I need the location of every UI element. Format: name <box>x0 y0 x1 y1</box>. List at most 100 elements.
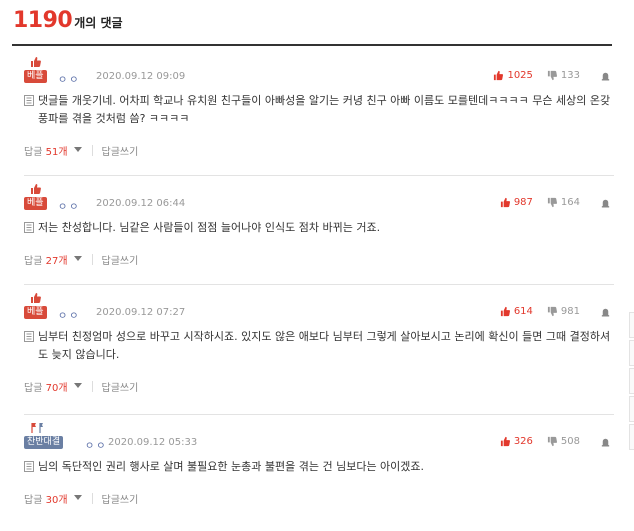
best-badge-label: 베플 <box>24 197 47 210</box>
side-tab[interactable] <box>629 396 634 422</box>
reply-count: 27개 <box>45 255 68 267</box>
report-button[interactable] <box>600 306 614 317</box>
write-reply-button[interactable]: 답글쓰기 <box>102 143 139 158</box>
thumbs-up-icon <box>494 70 504 81</box>
report-button[interactable] <box>600 436 614 447</box>
downvote-count: 508 <box>560 436 580 447</box>
thumbs-up-icon <box>31 184 41 194</box>
divider <box>91 253 93 265</box>
comment-divider <box>24 175 614 176</box>
thumbs-up-icon <box>31 57 41 67</box>
vote-area: 1025 133 <box>493 70 614 81</box>
comment-body: 님부터 친정엄마 성으로 바꾸고 시작하시죠. 있지도 않은 애보다 님부터 그… <box>24 328 614 364</box>
document-icon <box>24 95 34 106</box>
chevron-down-icon[interactable] <box>73 383 82 389</box>
author-nickname[interactable]: ㅇㅇ <box>85 437 107 452</box>
thumbs-down-icon <box>547 306 557 317</box>
comment-item: 베플 ㅇㅇ 2020.09.12 06:44 987 164 저는 찬성합니다.… <box>24 184 614 267</box>
divider <box>91 380 93 392</box>
best-badge: 베플 <box>24 184 48 211</box>
reply-count: 30개 <box>45 494 68 506</box>
comment-date: 2020.09.12 07:27 <box>96 307 186 318</box>
side-tab[interactable] <box>629 368 634 394</box>
divider <box>91 144 93 156</box>
comment-actions: 답글 27개 답글쓰기 <box>24 251 614 267</box>
replies-toggle[interactable]: 답글 30개 <box>24 491 68 506</box>
document-icon <box>24 461 34 472</box>
comment-date: 2020.09.12 06:44 <box>96 198 186 209</box>
chevron-down-icon[interactable] <box>73 256 82 262</box>
thumbs-up-icon <box>500 197 510 208</box>
comment-text: 댓글들 개웃기네. 어차피 학교나 유치원 친구들이 아빠성을 알기는 커녕 친… <box>38 94 611 125</box>
thumbs-up-icon <box>500 306 510 317</box>
replies-label: 답글 <box>24 494 43 506</box>
comment-item: 베플 ㅇㅇ 2020.09.12 09:09 1025 133 댓글들 개웃기네… <box>24 57 614 158</box>
debate-badge: 찬반대결 <box>24 423 64 450</box>
siren-icon <box>601 438 610 447</box>
thumbs-up-icon <box>500 436 510 447</box>
comment-divider <box>24 284 614 285</box>
comment-actions: 답글 51개 답글쓰기 <box>24 142 614 158</box>
comment-text: 저는 찬성합니다. 님같은 사람들이 점점 늘어나야 인식도 점차 바뀌는 거죠… <box>38 221 381 234</box>
write-reply-button[interactable]: 답글쓰기 <box>102 252 139 267</box>
downvote-count: 133 <box>560 70 580 81</box>
comment-body: 님의 독단적인 권리 행사로 살며 불필요한 눈총과 불편을 겪는 건 님보다는… <box>24 458 614 476</box>
side-tab[interactable] <box>629 424 634 450</box>
chevron-down-icon[interactable] <box>73 495 82 501</box>
replies-toggle[interactable]: 답글 27개 <box>24 252 68 267</box>
thumbs-down-icon <box>547 197 557 208</box>
siren-icon <box>601 72 610 81</box>
comment-count: 1190 <box>13 8 73 33</box>
downvote-button[interactable]: 981 <box>547 306 580 317</box>
replies-toggle[interactable]: 답글 70개 <box>24 379 68 394</box>
debate-badge-label: 찬반대결 <box>24 436 64 449</box>
reply-count: 70개 <box>45 382 68 394</box>
document-icon <box>24 222 34 233</box>
comment-actions: 답글 30개 답글쓰기 <box>24 490 614 506</box>
side-tab[interactable] <box>629 312 634 338</box>
replies-label: 답글 <box>24 146 43 158</box>
side-tab[interactable] <box>629 340 634 366</box>
downvote-button[interactable]: 133 <box>547 70 580 81</box>
best-badge-label: 베플 <box>24 70 47 83</box>
replies-toggle[interactable]: 답글 51개 <box>24 143 68 158</box>
upvote-count: 614 <box>513 306 533 317</box>
report-button[interactable] <box>600 197 614 208</box>
upvote-count: 987 <box>513 197 533 208</box>
downvote-button[interactable]: 164 <box>547 197 580 208</box>
upvote-button[interactable]: 1025 <box>493 70 533 81</box>
downvote-count: 164 <box>560 197 580 208</box>
author-nickname[interactable]: ㅇㅇ <box>58 198 80 213</box>
author-nickname[interactable]: ㅇㅇ <box>58 71 80 86</box>
comment-item: 찬반대결 ㅇㅇ 2020.09.12 05:33 326 508 님의 독단적인… <box>24 423 614 506</box>
best-badge: 베플 <box>24 293 48 320</box>
comment-body: 저는 찬성합니다. 님같은 사람들이 점점 늘어나야 인식도 점차 바뀌는 거죠… <box>24 219 614 237</box>
comment-date: 2020.09.12 05:33 <box>108 437 198 448</box>
author-nickname[interactable]: ㅇㅇ <box>58 307 80 322</box>
comment-actions: 답글 70개 답글쓰기 <box>24 378 614 394</box>
best-badge: 베플 <box>24 57 48 84</box>
comment-divider <box>24 414 614 415</box>
upvote-button[interactable]: 614 <box>500 306 533 317</box>
report-button[interactable] <box>600 70 614 81</box>
comment-body: 댓글들 개웃기네. 어차피 학교나 유치원 친구들이 아빠성을 알기는 커녕 친… <box>24 92 614 128</box>
write-reply-button[interactable]: 답글쓰기 <box>102 491 139 506</box>
comment-count-label: 개의 댓글 <box>74 16 123 30</box>
write-reply-button[interactable]: 답글쓰기 <box>102 379 139 394</box>
comments-header: 1190 개의 댓글 <box>13 8 123 40</box>
header-divider <box>12 44 612 46</box>
chevron-down-icon[interactable] <box>73 147 82 153</box>
downvote-count: 981 <box>560 306 580 317</box>
replies-label: 답글 <box>24 255 43 267</box>
divider <box>91 492 93 504</box>
upvote-button[interactable]: 987 <box>500 197 533 208</box>
vote-area: 614 981 <box>500 306 614 317</box>
replies-label: 답글 <box>24 382 43 394</box>
downvote-button[interactable]: 508 <box>547 436 580 447</box>
upvote-count: 326 <box>513 436 533 447</box>
upvote-button[interactable]: 326 <box>500 436 533 447</box>
document-icon <box>24 331 34 342</box>
flags-icon <box>31 423 43 433</box>
thumbs-up-icon <box>31 293 41 303</box>
vote-area: 987 164 <box>500 197 614 208</box>
